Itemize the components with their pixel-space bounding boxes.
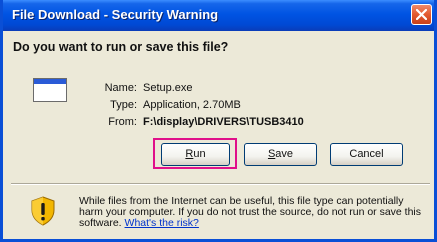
name-value: Setup.exe <box>143 82 193 94</box>
close-button[interactable] <box>411 4 432 25</box>
from-value: F:\display\DRIVERS\TUSB3410 <box>143 116 304 128</box>
security-warning-message: While files from the Internet can be use… <box>79 196 425 229</box>
save-button-label: Save <box>267 148 294 160</box>
divider <box>11 183 430 185</box>
window-title: File Download - Security Warning <box>12 7 219 22</box>
name-label: Name: <box>104 82 137 94</box>
type-value: Application, 2.70MB <box>143 99 241 111</box>
run-button-label: Run <box>185 148 206 160</box>
save-button[interactable]: Save <box>244 143 317 166</box>
risk-link[interactable]: What's the risk? <box>125 217 199 229</box>
type-label: Type: <box>110 99 137 111</box>
title-bar[interactable]: File Download - Security Warning <box>3 0 434 31</box>
security-shield-icon <box>31 196 55 226</box>
from-label: From: <box>108 116 137 128</box>
run-button[interactable]: Run <box>161 143 230 166</box>
application-window-icon <box>33 78 67 102</box>
close-icon <box>416 9 427 20</box>
dialog-question: Do you want to run or save this file? <box>13 40 229 54</box>
file-download-dialog: File Download - Security Warning Do you … <box>0 0 437 242</box>
cancel-button-label: Cancel <box>349 148 384 160</box>
cancel-button[interactable]: Cancel <box>330 143 403 166</box>
